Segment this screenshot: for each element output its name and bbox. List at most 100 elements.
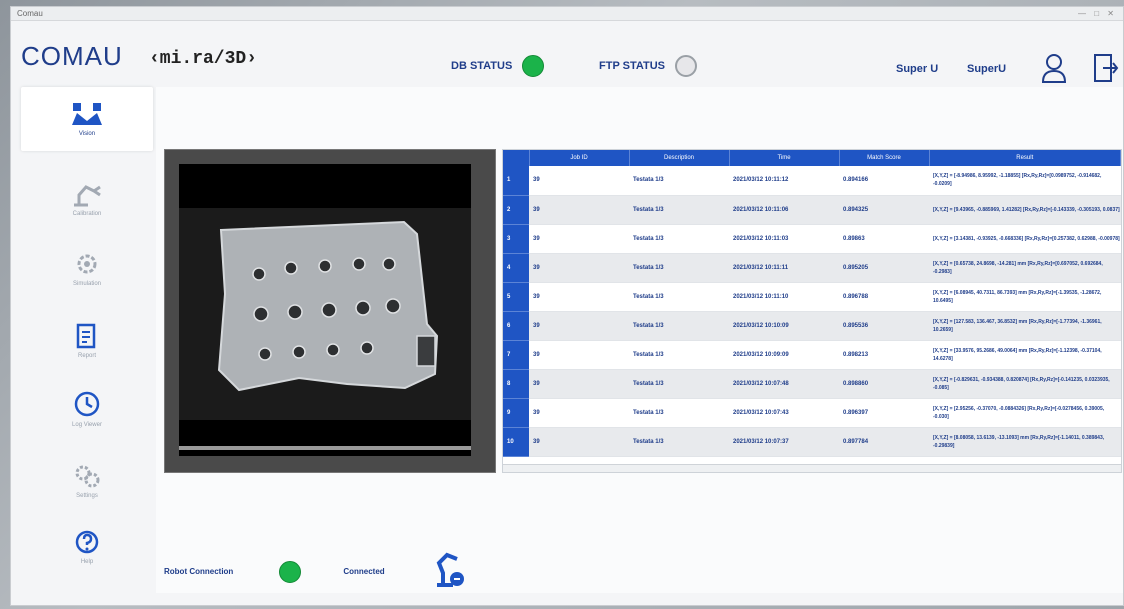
robot-connection-state: Connected bbox=[343, 567, 385, 576]
robot-icon[interactable] bbox=[431, 549, 467, 594]
table-row[interactable]: 7 39 Testata 1/3 2021/03/12 10:09:09 0.8… bbox=[503, 340, 1121, 370]
cell-score: 0.895536 bbox=[839, 311, 929, 341]
header: COMAU ‹mi.ra/3D› DB STATUS FTP STATUS Su… bbox=[11, 21, 1123, 87]
camera-view[interactable] bbox=[164, 149, 496, 473]
cell-description: Testata 1/3 bbox=[629, 311, 729, 341]
column-header[interactable]: Job ID bbox=[529, 150, 630, 166]
cell-job-id: 39 bbox=[529, 369, 629, 399]
table-row[interactable]: 9 39 Testata 1/3 2021/03/12 10:07:43 0.8… bbox=[503, 398, 1121, 428]
column-header[interactable]: Result bbox=[929, 150, 1121, 166]
cell-time: 2021/03/12 10:11:10 bbox=[729, 282, 839, 312]
app-window: Comau — □ ✕ COMAU ‹mi.ra/3D› DB STATUS F… bbox=[10, 6, 1124, 606]
table-row[interactable]: 2 39 Testata 1/3 2021/03/12 10:11:06 0.8… bbox=[503, 195, 1121, 225]
cylinder-head-image bbox=[179, 220, 471, 450]
sidebar-item-label: Report bbox=[77, 353, 96, 359]
sidebar-item-help[interactable]: Help bbox=[21, 515, 153, 579]
cell-time: 2021/03/12 10:11:06 bbox=[729, 195, 839, 225]
row-number: 7 bbox=[503, 340, 529, 370]
help-icon bbox=[75, 530, 99, 554]
cell-score: 0.894166 bbox=[839, 166, 929, 196]
cell-job-id: 39 bbox=[529, 166, 629, 196]
row-number: 10 bbox=[503, 427, 529, 457]
gear-icon bbox=[77, 254, 97, 274]
column-header[interactable]: Match Score bbox=[839, 150, 930, 166]
table-row[interactable]: 6 39 Testata 1/3 2021/03/12 10:10:09 0.8… bbox=[503, 311, 1121, 341]
row-number: 4 bbox=[503, 253, 529, 283]
cell-score: 0.896397 bbox=[839, 398, 929, 428]
cell-score: 0.895205 bbox=[839, 253, 929, 283]
cell-description: Testata 1/3 bbox=[629, 253, 729, 283]
title-bar: Comau — □ ✕ bbox=[11, 7, 1123, 21]
vision-icon bbox=[72, 103, 102, 125]
cell-job-id: 39 bbox=[529, 282, 629, 312]
cell-result: [X,Y,Z] = [8.08058, 13.6139, -13.1093] m… bbox=[929, 427, 1121, 457]
cell-result: [X,Y,Z] = [3.14381, -0.93925, -0.668336]… bbox=[929, 224, 1121, 254]
cell-job-id: 39 bbox=[529, 398, 629, 428]
cell-time: 2021/03/12 10:09:09 bbox=[729, 340, 839, 370]
table-row[interactable]: 3 39 Testata 1/3 2021/03/12 10:11:03 0.8… bbox=[503, 224, 1121, 254]
history-icon bbox=[74, 391, 100, 417]
robot-connection-indicator bbox=[279, 560, 302, 583]
cell-description: Testata 1/3 bbox=[629, 369, 729, 399]
user-role: Super U bbox=[896, 63, 939, 75]
cell-time: 2021/03/12 10:07:43 bbox=[729, 398, 839, 428]
db-status-label: DB STATUS bbox=[451, 60, 513, 72]
db-status-indicator bbox=[522, 55, 545, 77]
cell-description: Testata 1/3 bbox=[629, 340, 729, 370]
robot-connection-label: Robot Connection bbox=[164, 567, 234, 576]
column-header[interactable]: Description bbox=[629, 150, 730, 166]
sidebar-item-calibration[interactable]: Calibration bbox=[21, 167, 153, 231]
sidebar-item-log-viewer[interactable]: Log Viewer bbox=[21, 377, 153, 441]
cell-result: [X,Y,Z] = [0.65738, 24.8698, -14.281] mm… bbox=[929, 253, 1121, 283]
sidebar-item-simulation[interactable]: Simulation bbox=[21, 237, 153, 301]
sidebar-item-label: Simulation bbox=[72, 281, 101, 287]
cell-score: 0.897784 bbox=[839, 427, 929, 457]
table-row[interactable]: 4 39 Testata 1/3 2021/03/12 10:11:11 0.8… bbox=[503, 253, 1121, 283]
column-header[interactable]: Time bbox=[729, 150, 840, 166]
user-icon[interactable] bbox=[1041, 53, 1067, 88]
user-name: SuperU bbox=[967, 63, 1007, 75]
cell-result: [X,Y,Z] = [6.08945, 40.7311, 86.7393] mm… bbox=[929, 282, 1121, 312]
settings-icon bbox=[75, 465, 100, 488]
cell-job-id: 39 bbox=[529, 311, 629, 341]
cell-description: Testata 1/3 bbox=[629, 195, 729, 225]
cell-time: 2021/03/12 10:07:48 bbox=[729, 369, 839, 399]
ftp-status-indicator bbox=[675, 55, 697, 77]
cell-result: [X,Y,Z] = [9.43965, -0.885969, 1.41282] … bbox=[929, 195, 1121, 225]
row-number: 5 bbox=[503, 282, 529, 312]
cell-result: [X,Y,Z] = [2.95256, -0.37070, -0.0884326… bbox=[929, 398, 1121, 428]
db-status: DB STATUS bbox=[451, 55, 545, 77]
results-table[interactable]: Job ID Description Time Match Score Resu… bbox=[502, 149, 1122, 473]
sidebar-item-label: Log Viewer bbox=[72, 422, 102, 428]
logout-icon[interactable] bbox=[1093, 53, 1119, 88]
cell-score: 0.89863 bbox=[839, 224, 929, 254]
row-number: 1 bbox=[503, 166, 529, 196]
cell-time: 2021/03/12 10:11:11 bbox=[729, 253, 839, 283]
robot-arm-icon bbox=[74, 185, 101, 207]
sidebar-item-settings[interactable]: Settings bbox=[21, 449, 153, 513]
cell-job-id: 39 bbox=[529, 195, 629, 225]
table-row[interactable]: 8 39 Testata 1/3 2021/03/12 10:07:48 0.8… bbox=[503, 369, 1121, 399]
report-icon bbox=[76, 323, 96, 349]
window-title: Comau bbox=[17, 9, 43, 18]
cell-result: [X,Y,Z] = [33.9576, 95.2686, 49.0064] mm… bbox=[929, 340, 1121, 370]
row-number: 8 bbox=[503, 369, 529, 399]
horizontal-scrollbar[interactable] bbox=[503, 464, 1121, 472]
cell-description: Testata 1/3 bbox=[629, 282, 729, 312]
cell-description: Testata 1/3 bbox=[629, 224, 729, 254]
table-row[interactable]: 10 39 Testata 1/3 2021/03/12 10:07:37 0.… bbox=[503, 427, 1121, 457]
table-row[interactable]: 1 39 Testata 1/3 2021/03/12 10:11:12 0.8… bbox=[503, 166, 1121, 196]
cell-score: 0.898860 bbox=[839, 369, 929, 399]
cell-time: 2021/03/12 10:11:12 bbox=[729, 166, 839, 196]
sidebar-item-report[interactable]: Report bbox=[21, 309, 153, 373]
cell-time: 2021/03/12 10:11:03 bbox=[729, 224, 839, 254]
camera-image bbox=[179, 164, 471, 456]
cell-score: 0.898213 bbox=[839, 340, 929, 370]
sidebar-item-vision[interactable]: Vision bbox=[21, 87, 153, 151]
window-controls[interactable]: — □ ✕ bbox=[1078, 9, 1117, 18]
table-row[interactable]: 5 39 Testata 1/3 2021/03/12 10:11:10 0.8… bbox=[503, 282, 1121, 312]
ftp-status-label: FTP STATUS bbox=[599, 60, 665, 72]
main-content: Job ID Description Time Match Score Resu… bbox=[156, 87, 1123, 593]
cell-time: 2021/03/12 10:10:09 bbox=[729, 311, 839, 341]
sidebar-item-label: Vision bbox=[78, 131, 96, 137]
